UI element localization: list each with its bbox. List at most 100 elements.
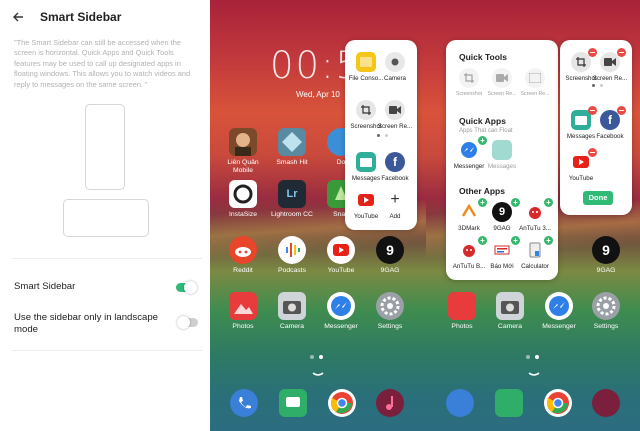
sidebar-item-facebook[interactable]: f Facebook: [372, 152, 418, 182]
app-9gag[interactable]: 9 9GAG: [369, 236, 411, 275]
landscape-only-toggle[interactable]: [177, 316, 198, 329]
sidebar-item-camera[interactable]: Camera: [372, 52, 418, 82]
music-icon[interactable]: [376, 389, 404, 417]
app-podcasts[interactable]: Podcasts: [271, 236, 313, 275]
clock-date: Wed, Apr 10: [296, 90, 340, 99]
bao-moi-icon: [492, 240, 512, 260]
sidebar-add-button[interactable]: + Add: [372, 190, 418, 220]
sidebar-item-label: YouTube: [568, 175, 594, 182]
sidebar-item-label: Screen Re...: [592, 75, 628, 82]
done-button[interactable]: Done: [583, 191, 613, 205]
sidebar-item-youtube[interactable]: YouTube: [558, 148, 604, 182]
app-settings[interactable]: Settings: [585, 292, 627, 331]
screenshot-collage: Smart Sidebar "The Smart Sidebar can sti…: [0, 0, 640, 431]
app-label: Camera: [497, 323, 523, 330]
chrome-icon[interactable]: [544, 389, 572, 417]
app-camera[interactable]: Camera: [271, 292, 313, 331]
smart-sidebar-panel: File Conso... Camera Screenshot Screen R…: [345, 40, 417, 230]
game-icon: [229, 128, 257, 156]
9gag-icon: 9: [492, 202, 512, 222]
messages-icon: [492, 140, 512, 160]
other-apps-title: Other Apps: [459, 186, 505, 196]
page-dot: [592, 84, 595, 87]
sidebar-item-facebook[interactable]: f Facebook: [587, 106, 633, 140]
messages-icon[interactable]: [279, 389, 307, 417]
other-app-calculator[interactable]: + Calculator: [512, 236, 558, 270]
back-arrow-icon[interactable]: [10, 9, 26, 25]
app-label: Camera: [279, 323, 305, 330]
antutu-icon: [525, 202, 545, 222]
app-label: Smash Hit: [276, 159, 308, 166]
messenger-icon: [327, 292, 355, 320]
other-app-label: Calculator: [521, 263, 549, 270]
app-camera[interactable]: Camera: [489, 292, 531, 331]
app-smash-hit[interactable]: Smash Hit: [271, 128, 313, 167]
phone-icon[interactable]: [446, 389, 474, 417]
settings-header: Smart Sidebar: [10, 6, 202, 28]
landscape-phone-illustration: [63, 199, 149, 237]
app-reddit[interactable]: Reddit: [222, 236, 264, 275]
home-screen-sidebar: 00:5 Wed, Apr 10 Liên Quân Mobile Smash …: [210, 0, 426, 431]
page-indicator: [526, 355, 539, 359]
app-settings[interactable]: Settings: [369, 292, 411, 331]
app-label: Lightroom CC: [271, 211, 313, 218]
divider: [12, 350, 202, 351]
quick-app-messages[interactable]: Messages: [479, 140, 525, 170]
add-badge-icon[interactable]: +: [544, 198, 553, 207]
app-label: Podcasts: [278, 267, 306, 274]
chrome-icon[interactable]: [328, 389, 356, 417]
settings-gear-icon: [592, 292, 620, 320]
smart-sidebar-panel-edit: Screenshot Screen Re... Messages f Faceb…: [560, 40, 632, 215]
app-lightroom[interactable]: Lr Lightroom CC: [271, 180, 313, 219]
quick-tools-title: Quick Tools: [459, 52, 508, 62]
add-badge-icon[interactable]: +: [544, 236, 553, 245]
quick-tool-screen-record-2[interactable]: Screen Re...: [512, 68, 558, 97]
chevron-down-icon[interactable]: [528, 372, 540, 378]
divider: [12, 258, 202, 259]
settings-screen: Smart Sidebar "The Smart Sidebar can sti…: [0, 0, 210, 431]
app-label: Messenger: [542, 323, 576, 330]
app-label: Photos: [232, 323, 254, 330]
app-messenger[interactable]: Messenger: [538, 292, 580, 331]
sidebar-item-screen-record[interactable]: Screen Re...: [372, 100, 418, 130]
sidebar-item-screen-record[interactable]: Screen Re...: [587, 48, 633, 82]
remove-badge-icon[interactable]: [588, 148, 597, 157]
app-label: Settings: [593, 323, 619, 330]
camera-icon: [496, 292, 524, 320]
music-icon[interactable]: [592, 389, 620, 417]
app-youtube[interactable]: YouTube: [320, 236, 362, 275]
sidebar-item-label: Screen Re...: [377, 123, 413, 130]
app-label: Messenger: [324, 323, 358, 330]
app-photos[interactable]: Photos: [222, 292, 264, 331]
app-messenger[interactable]: Messenger: [320, 292, 362, 331]
smart-sidebar-toggle[interactable]: [176, 281, 197, 294]
other-app-antutu-3d[interactable]: + AnTuTu 3...: [512, 198, 558, 232]
app-label: 9GAG: [380, 267, 400, 274]
quick-apps-title: Quick Apps: [459, 116, 506, 126]
app-photos[interactable]: Photos: [441, 292, 483, 331]
smash-hit-icon: [278, 128, 306, 156]
9gag-icon: 9: [592, 236, 620, 264]
app-instasize[interactable]: InstaSize: [222, 180, 264, 219]
chevron-down-icon[interactable]: [312, 372, 324, 378]
page-dot: [600, 84, 603, 87]
sidebar-item-label: Facebook: [596, 133, 624, 140]
remove-badge-icon[interactable]: [617, 106, 626, 115]
sidebar-item-label: Facebook: [381, 175, 409, 182]
app-label: Photos: [451, 323, 473, 330]
app-label: Liên Quân Mobile: [227, 159, 259, 174]
instasize-icon: [229, 180, 257, 208]
page-dot: [377, 134, 380, 137]
quick-app-label: Messages: [487, 163, 517, 170]
app-lien-quan[interactable]: Liên Quân Mobile: [222, 128, 264, 174]
add-icon: +: [390, 191, 400, 208]
reddit-icon: [229, 236, 257, 264]
app-label: YouTube: [327, 267, 355, 274]
camera-icon: [278, 292, 306, 320]
3dmark-icon: [459, 202, 479, 222]
remove-badge-icon[interactable]: [617, 48, 626, 57]
phone-icon[interactable]: [230, 389, 258, 417]
app-label: 9GAG: [596, 267, 616, 274]
smart-sidebar-label: Smart Sidebar: [14, 281, 76, 292]
messages-icon[interactable]: [495, 389, 523, 417]
